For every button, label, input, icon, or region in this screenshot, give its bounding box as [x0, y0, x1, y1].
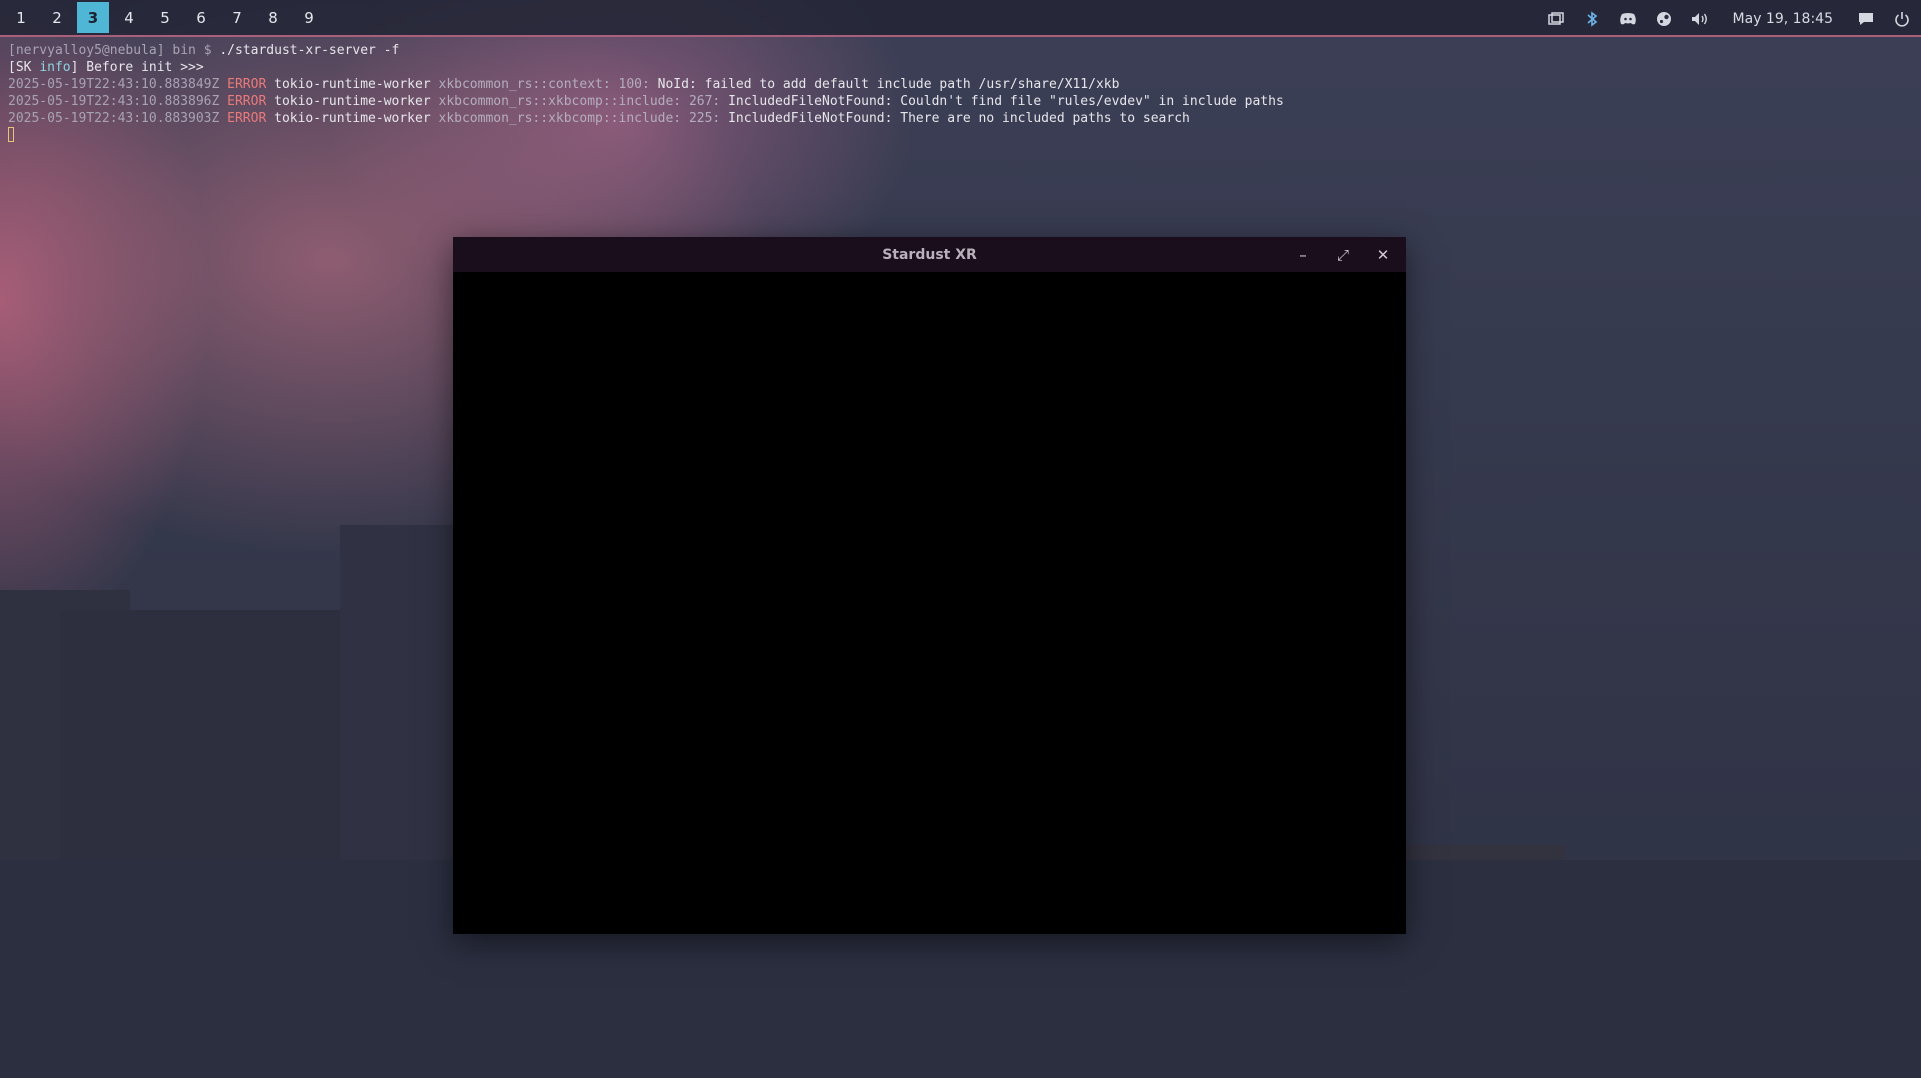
power-icon[interactable]	[1893, 10, 1911, 28]
prompt-user-host: [nervyalloy5@nebula]	[8, 43, 165, 58]
log-timestamp: 2025-05-19T22:43:10.883896Z	[8, 94, 220, 109]
system-tray: May 19, 18:45	[1547, 0, 1911, 37]
workspace-5[interactable]: 5	[149, 2, 181, 33]
stardust-xr-window[interactable]: Stardust XR – ⤢ ✕	[453, 237, 1406, 934]
clock[interactable]: May 19, 18:45	[1733, 11, 1833, 27]
workspace-6[interactable]: 6	[185, 2, 217, 33]
terminal-log-line: 2025-05-19T22:43:10.883849Z ERROR tokio-…	[8, 76, 1119, 93]
log-module: xkbcommon_rs::xkbcomp::include: 267:	[438, 94, 721, 109]
log-message: IncludedFileNotFound: Couldn't find file…	[728, 94, 1284, 109]
workspace-1[interactable]: 1	[5, 2, 37, 33]
top-bar: 1 2 3 4 5 6 7 8 9 May 19, 18:45	[0, 0, 1921, 37]
prompt-dir: bin	[172, 43, 196, 58]
log-level: ERROR	[227, 111, 267, 126]
minimize-button[interactable]: –	[1294, 246, 1312, 264]
workspace-switcher: 1 2 3 4 5 6 7 8 9	[0, 0, 329, 35]
discord-icon[interactable]	[1619, 10, 1637, 28]
info-open: [SK	[8, 60, 40, 75]
log-timestamp: 2025-05-19T22:43:10.883903Z	[8, 111, 220, 126]
info-rest: ] Before init >>>	[70, 60, 204, 75]
log-thread: tokio-runtime-worker	[274, 77, 431, 92]
window-titlebar[interactable]: Stardust XR – ⤢ ✕	[453, 237, 1406, 272]
notifications-icon[interactable]	[1857, 10, 1875, 28]
workspace-3[interactable]: 3	[77, 2, 109, 33]
prompt-command: ./stardust-xr-server -f	[219, 43, 400, 58]
window-switcher-icon[interactable]	[1547, 10, 1565, 28]
xr-viewport[interactable]	[453, 272, 1406, 934]
workspace-9[interactable]: 9	[293, 2, 325, 33]
log-module: xkbcommon_rs::xkbcomp::include: 225:	[438, 111, 721, 126]
info-level: info	[39, 60, 71, 75]
log-thread: tokio-runtime-worker	[274, 94, 431, 109]
terminal-log-line: 2025-05-19T22:43:10.883896Z ERROR tokio-…	[8, 93, 1284, 110]
log-level: ERROR	[227, 94, 267, 109]
log-thread: tokio-runtime-worker	[274, 111, 431, 126]
log-module: xkbcommon_rs::context: 100:	[438, 77, 650, 92]
workspace-2[interactable]: 2	[41, 2, 73, 33]
workspace-7[interactable]: 7	[221, 2, 253, 33]
volume-icon[interactable]	[1691, 10, 1709, 28]
prompt-symbol: $	[203, 43, 212, 58]
log-timestamp: 2025-05-19T22:43:10.883849Z	[8, 77, 220, 92]
terminal-info-line: [SK info] Before init >>>	[8, 59, 204, 76]
workspace-8[interactable]: 8	[257, 2, 289, 33]
close-button[interactable]: ✕	[1374, 246, 1392, 264]
maximize-button[interactable]: ⤢	[1334, 246, 1352, 264]
log-message: NoId: failed to add default include path…	[657, 77, 1120, 92]
window-controls: – ⤢ ✕	[1294, 237, 1392, 272]
terminal-log-line: 2025-05-19T22:43:10.883903Z ERROR tokio-…	[8, 110, 1190, 127]
window-title: Stardust XR	[882, 246, 977, 263]
terminal-prompt-line: [nervyalloy5@nebula] bin $ ./stardust-xr…	[8, 42, 399, 59]
terminal-cursor	[8, 127, 14, 142]
log-message: IncludedFileNotFound: There are no inclu…	[728, 111, 1190, 126]
steam-icon[interactable]	[1655, 10, 1673, 28]
workspace-4[interactable]: 4	[113, 2, 145, 33]
log-level: ERROR	[227, 77, 267, 92]
bluetooth-icon[interactable]	[1583, 10, 1601, 28]
